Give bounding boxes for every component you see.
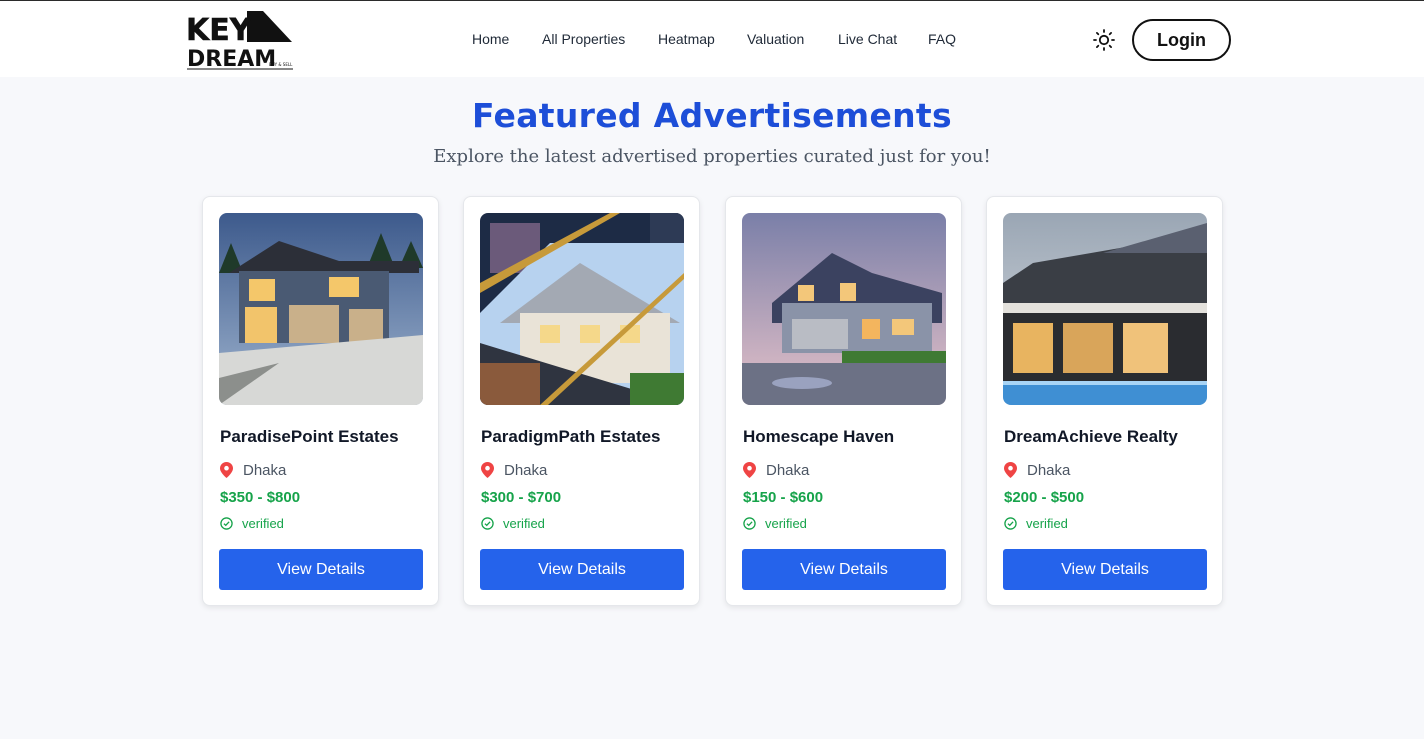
- login-button[interactable]: Login: [1132, 19, 1231, 61]
- property-title[interactable]: ParadigmPath Estates: [481, 427, 661, 447]
- property-title[interactable]: DreamAchieve Realty: [1004, 427, 1178, 447]
- location-pin-icon: [743, 462, 756, 478]
- nav-home[interactable]: Home: [472, 31, 509, 47]
- view-details-button[interactable]: View Details: [1003, 549, 1207, 590]
- view-details-button[interactable]: View Details: [742, 549, 946, 590]
- price-range: $300 - $700: [481, 489, 562, 506]
- property-location: Dhaka: [743, 460, 809, 480]
- check-circle-icon: [743, 517, 756, 530]
- verified-badge: verified: [1004, 516, 1068, 531]
- location-pin-icon: [220, 462, 233, 478]
- price-range: $350 - $800: [220, 489, 301, 506]
- location-pin-icon: [481, 462, 494, 478]
- sun-icon[interactable]: [1092, 28, 1116, 52]
- logo-tagline: BUY & SELL: [269, 62, 293, 67]
- price-range: $200 - $500: [1004, 489, 1085, 506]
- verified-badge: verified: [481, 516, 545, 531]
- nav-all-properties[interactable]: All Properties: [542, 31, 625, 47]
- property-image[interactable]: [219, 213, 423, 405]
- section-title: Featured Advertisements: [472, 96, 952, 135]
- nav-heatmap[interactable]: Heatmap: [658, 31, 715, 47]
- location-text: Dhaka: [243, 461, 287, 479]
- verified-text: verified: [1026, 516, 1068, 531]
- view-details-button[interactable]: View Details: [219, 549, 423, 590]
- check-circle-icon: [220, 517, 233, 530]
- property-card: Homescape Haven Dhaka $150 - $600 verifi…: [725, 196, 962, 606]
- nav-live-chat[interactable]: Live Chat: [838, 31, 897, 47]
- price-range: $150 - $600: [743, 489, 824, 506]
- nav-valuation[interactable]: Valuation: [747, 31, 804, 47]
- logo-text-key: KEY: [186, 13, 253, 48]
- logo-text-dream: DREAM: [187, 47, 276, 71]
- property-image[interactable]: [480, 213, 684, 405]
- location-pin-icon: [1004, 462, 1017, 478]
- property-location: Dhaka: [481, 460, 547, 480]
- property-card: ParadisePoint Estates Dhaka $350 - $800 …: [202, 196, 439, 606]
- verified-badge: verified: [220, 516, 284, 531]
- check-circle-icon: [481, 517, 494, 530]
- property-card: ParadigmPath Estates Dhaka $300 - $700 v…: [463, 196, 700, 606]
- property-card: DreamAchieve Realty Dhaka $200 - $500 ve…: [986, 196, 1223, 606]
- property-image[interactable]: [742, 213, 946, 405]
- top-navbar: KEY DREAM BUY & SELL Home All Properties…: [0, 0, 1424, 77]
- property-title[interactable]: Homescape Haven: [743, 427, 894, 447]
- property-location: Dhaka: [1004, 460, 1070, 480]
- verified-text: verified: [765, 516, 807, 531]
- location-text: Dhaka: [766, 461, 810, 479]
- nav-faq[interactable]: FAQ: [928, 31, 956, 47]
- location-text: Dhaka: [1027, 461, 1071, 479]
- site-logo[interactable]: KEY DREAM BUY & SELL: [185, 9, 295, 72]
- property-image[interactable]: [1003, 213, 1207, 405]
- check-circle-icon: [1004, 517, 1017, 530]
- location-text: Dhaka: [504, 461, 548, 479]
- view-details-button[interactable]: View Details: [480, 549, 684, 590]
- property-location: Dhaka: [220, 460, 286, 480]
- verified-text: verified: [503, 516, 545, 531]
- verified-badge: verified: [743, 516, 807, 531]
- section-subtitle: Explore the latest advertised properties…: [433, 146, 991, 167]
- verified-text: verified: [242, 516, 284, 531]
- property-title[interactable]: ParadisePoint Estates: [220, 427, 399, 447]
